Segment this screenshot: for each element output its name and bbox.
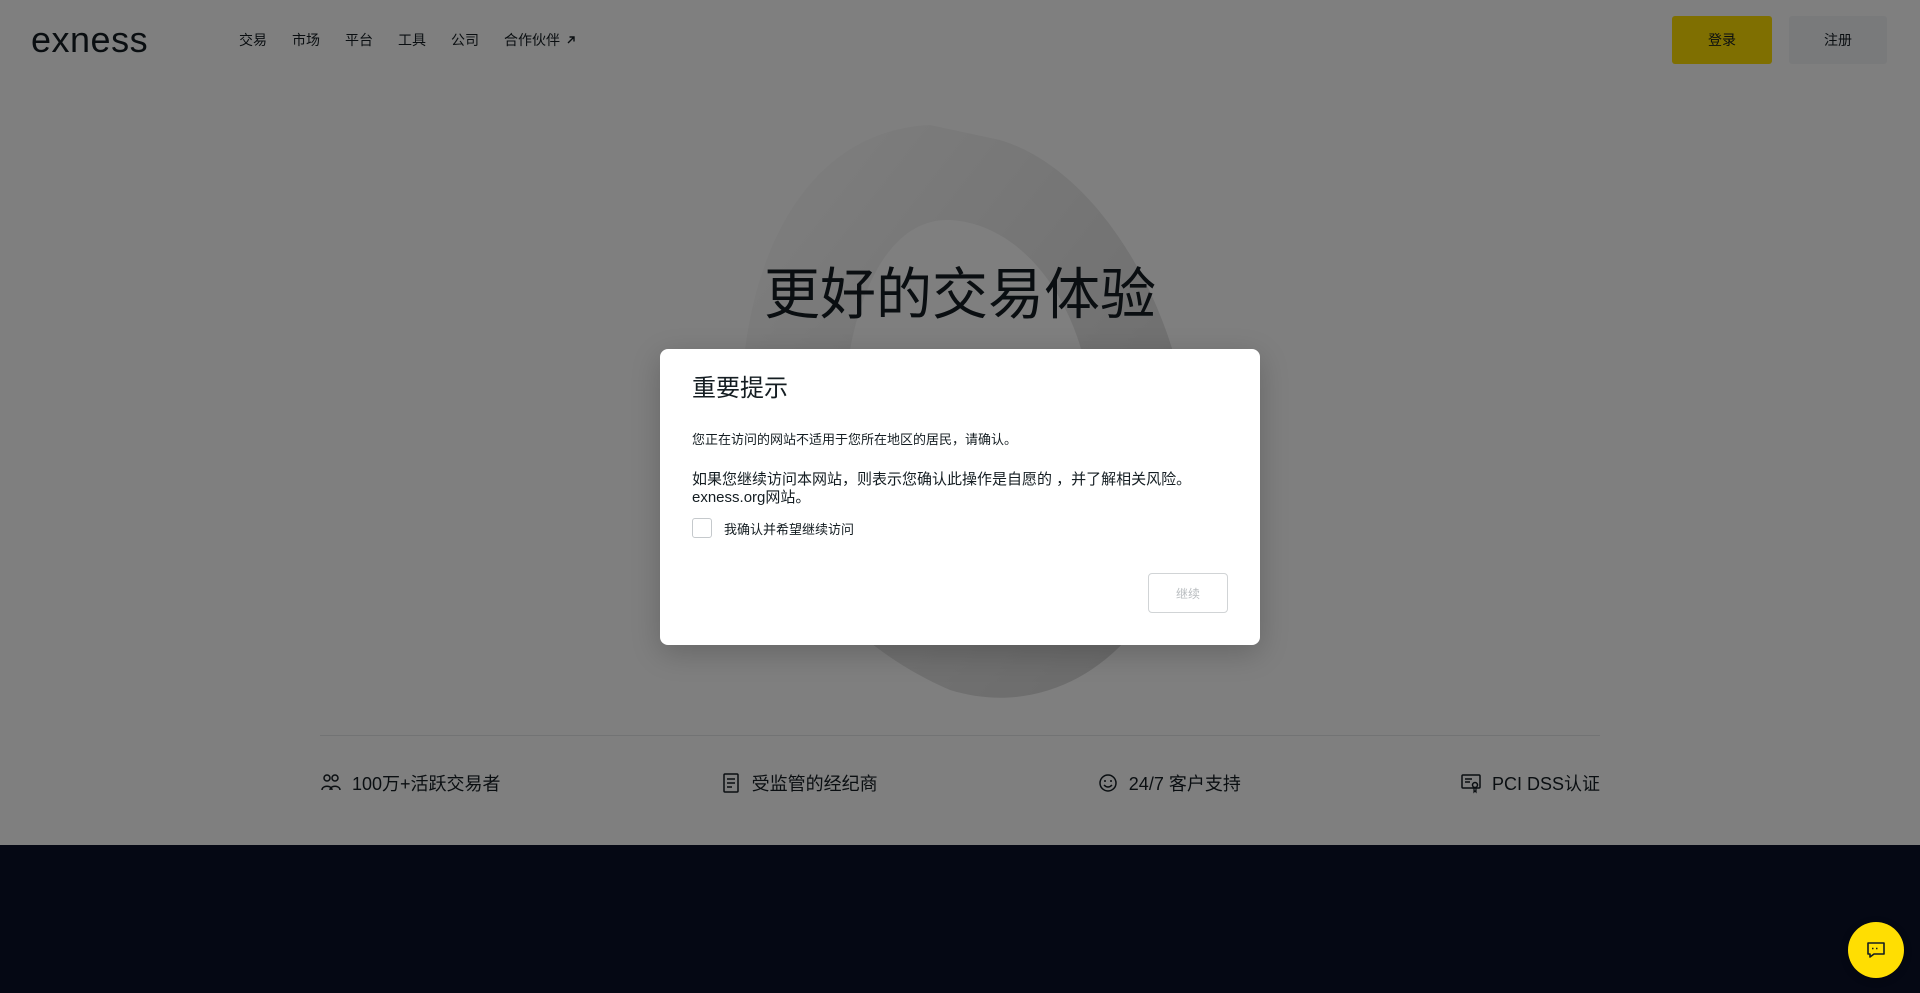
important-notice-dialog: 重要提示 您正在访问的网站不适用于您所在地区的居民，请确认。 如果您继续访问本网… [660, 349, 1260, 645]
dialog-message-2: 如果您继续访问本网站，则表示您确认此操作是自愿的 ，并了解相关风险。exness… [692, 471, 1192, 506]
chat-icon [1867, 942, 1885, 958]
continue-button[interactable]: 继续 [1148, 573, 1228, 613]
dialog-message-1: 您正在访问的网站不适用于您所在地区的居民，请确认。 [692, 432, 1018, 447]
dialog-title: 重要提示 [692, 374, 788, 402]
confirm-checkbox[interactable] [692, 518, 712, 538]
confirm-checkbox-row[interactable]: 我确认并希望继续访问 [692, 518, 854, 538]
chat-button[interactable] [1848, 922, 1904, 978]
confirm-checkbox-label[interactable]: 我确认并希望继续访问 [724, 519, 854, 538]
